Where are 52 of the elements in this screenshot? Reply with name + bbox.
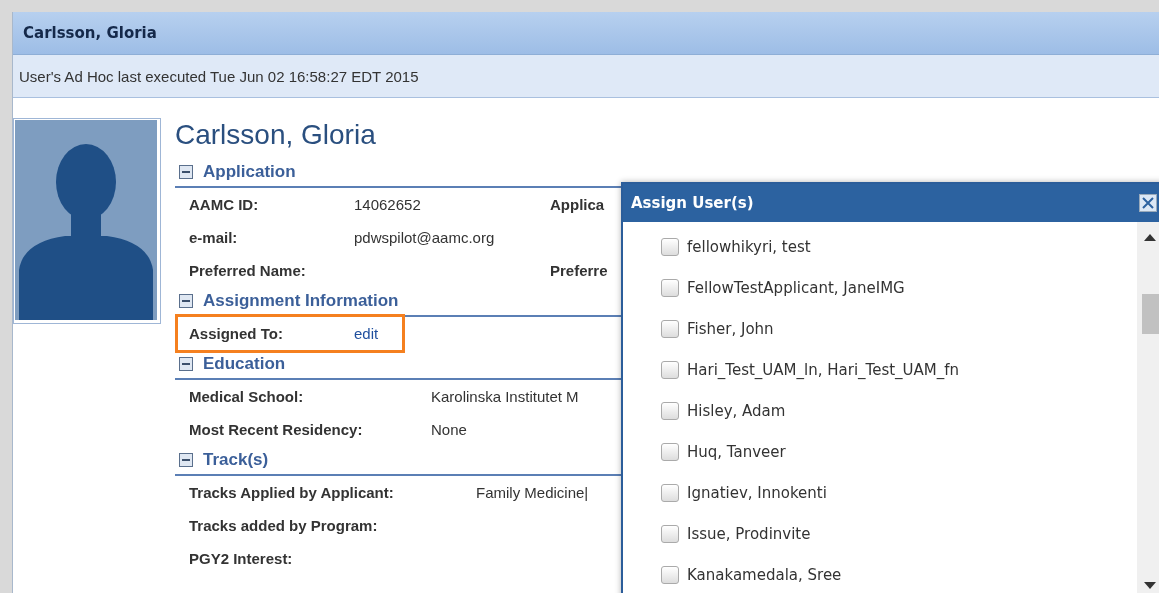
close-button[interactable] bbox=[1139, 194, 1157, 212]
field-value: Family Medicine| bbox=[476, 484, 589, 501]
field-value: pdwspilot@aamc.org bbox=[354, 229, 495, 246]
field-label: Most Recent Residency: bbox=[189, 421, 364, 438]
field-label: e-mail: bbox=[189, 229, 239, 246]
field-label: Medical School: bbox=[189, 388, 305, 405]
checkbox[interactable] bbox=[661, 524, 679, 543]
status-text: User's Ad Hoc last executed Tue Jun 02 16:58:27 EDT 2015 bbox=[19, 67, 419, 85]
user-name: Fisher, John bbox=[687, 319, 774, 338]
field-label: Tracks Applied by Applicant: bbox=[189, 484, 395, 501]
checkbox[interactable] bbox=[661, 360, 679, 379]
checkbox[interactable] bbox=[661, 319, 679, 338]
user-name: fellowhikyri, test bbox=[687, 237, 811, 256]
collapse-icon[interactable] bbox=[179, 165, 193, 179]
section-title: Education bbox=[203, 354, 286, 374]
field-label: Preferred Name: bbox=[189, 262, 307, 279]
checkbox[interactable] bbox=[661, 237, 679, 256]
field-value: None bbox=[431, 421, 467, 438]
field-label: PGY2 Interest: bbox=[189, 550, 293, 567]
section-title: Application bbox=[203, 162, 296, 182]
scrollbar[interactable] bbox=[1137, 222, 1159, 593]
user-name: Issue, Prodinvite bbox=[687, 524, 811, 543]
field-label: Tracks added by Program: bbox=[189, 517, 378, 534]
field-label: Assigned To: bbox=[189, 325, 284, 342]
checkbox[interactable] bbox=[661, 483, 679, 502]
collapse-icon[interactable] bbox=[179, 453, 193, 467]
scroll-thumb[interactable] bbox=[1142, 294, 1159, 334]
field-value: 14062652 bbox=[354, 196, 421, 213]
applicant-name: Carlsson, Gloria bbox=[175, 118, 377, 152]
user-name: Hisley, Adam bbox=[687, 401, 786, 420]
collapse-icon[interactable] bbox=[179, 294, 193, 308]
field-value: Karolinska Institutet M bbox=[431, 388, 579, 405]
scroll-up-icon[interactable] bbox=[1144, 234, 1156, 241]
field-label: Preferre bbox=[550, 262, 608, 279]
collapse-icon[interactable] bbox=[179, 357, 193, 371]
field-label: AAMC ID: bbox=[189, 196, 260, 213]
checkbox[interactable] bbox=[661, 401, 679, 420]
user-name: Kanakamedala, Sree bbox=[687, 565, 842, 584]
section-title: Track(s) bbox=[203, 450, 269, 470]
checkbox[interactable] bbox=[661, 565, 679, 584]
scroll-down-icon[interactable] bbox=[1144, 582, 1156, 589]
checkbox[interactable] bbox=[661, 278, 679, 297]
dialog-title: Assign User(s) bbox=[631, 194, 754, 212]
user-name: Ignatiev, Innokenti bbox=[687, 483, 827, 502]
user-name: FellowTestApplicant, JaneIMG bbox=[687, 278, 905, 297]
window-title: Carlsson, Gloria bbox=[23, 24, 157, 42]
field-label: Applica bbox=[550, 196, 605, 213]
user-name: Huq, Tanveer bbox=[687, 442, 786, 461]
user-name: Hari_Test_UAM_ln, Hari_Test_UAM_fn bbox=[687, 360, 960, 379]
checkbox[interactable] bbox=[661, 442, 679, 461]
section-title: Assignment Information bbox=[203, 291, 399, 311]
edit-link[interactable]: edit bbox=[354, 325, 379, 342]
